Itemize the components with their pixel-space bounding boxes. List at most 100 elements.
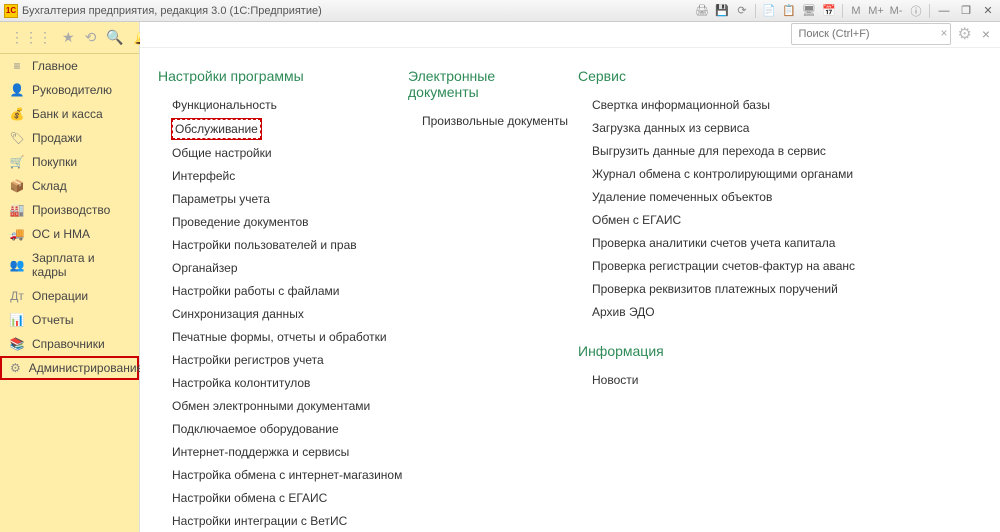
link-item[interactable]: Печатные формы, отчеты и обработки (172, 328, 378, 346)
refresh-icon[interactable]: ⟳ (735, 4, 749, 18)
section-title-service: Сервис (578, 68, 838, 84)
sidebar-item-icon: ⚙ (10, 361, 21, 375)
main-body: Настройки программы Функциональность Обсл… (140, 48, 1000, 532)
link-item[interactable]: Новости (592, 371, 838, 389)
sidebar-item[interactable]: ⚙Администрирование (0, 356, 139, 380)
search-clear-icon[interactable]: × (940, 26, 947, 40)
sidebar-item[interactable]: 👤 Руководителю (0, 78, 139, 102)
sidebar-item-label: Руководителю (32, 83, 112, 97)
history-icon[interactable]: ⟲ (85, 29, 97, 46)
sidebar-item-icon: 🏭 (10, 203, 24, 217)
sidebar-item-label: Склад (32, 179, 67, 193)
save-icon[interactable]: 💾 (715, 4, 729, 18)
sidebar-item-label: Справочники (32, 337, 105, 351)
calendar-icon[interactable]: 📅 (822, 4, 836, 18)
info-icon[interactable]: ⓘ (909, 4, 923, 18)
link-item[interactable]: Удаление помеченных объектов (592, 188, 838, 206)
link-item[interactable]: Настройки обмена с ЕГАИС (172, 489, 378, 507)
m-plus-label[interactable]: M+ (869, 4, 883, 18)
close-window-button[interactable]: ✕ (980, 4, 996, 18)
sidebar-item[interactable]: ≡Главное (0, 54, 139, 78)
link-item[interactable]: Произвольные документы (422, 112, 548, 130)
sidebar-item-label: Банк и касса (32, 107, 103, 121)
link-list-info: Новости (578, 371, 838, 389)
sidebar-item[interactable]: 🏭Производство (0, 198, 139, 222)
sidebar-item-icon: 👤 (10, 83, 24, 97)
sidebar-item-label: ОС и НМА (32, 227, 90, 241)
sidebar-item-label: Отчеты (32, 313, 73, 327)
link-item[interactable]: Функциональность (172, 96, 378, 114)
sidebar-item-icon: ≡ (10, 59, 24, 73)
link-item[interactable]: Журнал обмена с контролирующими органами (592, 165, 838, 183)
link-item[interactable]: Настройки интеграции с ВетИС (172, 512, 378, 530)
link-item[interactable]: Обслуживание (172, 119, 261, 139)
link-item[interactable]: Подключаемое оборудование (172, 420, 378, 438)
section-title-edocs: Электронные документы (408, 68, 548, 100)
link-item[interactable]: Органайзер (172, 259, 378, 277)
sidebar-item[interactable]: 📚Справочники (0, 332, 139, 356)
sidebar-item-icon: 🚚 (10, 227, 24, 241)
sidebar-item[interactable]: 📦Склад (0, 174, 139, 198)
link-item[interactable]: Настройка обмена с интернет-магазином (172, 466, 378, 484)
m-label[interactable]: M (849, 4, 863, 18)
link-list-edocs: Произвольные документы (408, 112, 548, 130)
calc-icon[interactable]: 🖥 (802, 4, 816, 18)
link-item[interactable]: Проверка реквизитов платежных поручений (592, 280, 838, 298)
main-panel: × ⚙ × Настройки программы Функциональнос… (140, 22, 1000, 532)
m-minus-label[interactable]: M- (889, 4, 903, 18)
doc-icon[interactable]: 📄 (762, 4, 776, 18)
clipboard-icon[interactable]: 📋 (782, 4, 796, 18)
link-item[interactable]: Обмен электронными документами (172, 397, 378, 415)
link-list-settings: Функциональность Обслуживание Общие настро… (158, 96, 378, 532)
sidebar-item-icon: 🛒 (10, 155, 24, 169)
sidebar-item-label: Зарплата и кадры (32, 251, 129, 279)
link-item[interactable]: Интернет-поддержка и сервисы (172, 443, 378, 461)
link-item[interactable]: Интерфейс (172, 167, 378, 185)
link-item[interactable]: Настройка колонтитулов (172, 374, 378, 392)
sidebar-item[interactable]: 🏷Продажи (0, 126, 139, 150)
search-input[interactable] (791, 23, 951, 45)
link-list-service: Свертка информационной базы Загрузка данн… (578, 96, 838, 321)
sidebar-top-toolbar: ⋮⋮⋮ ★ ⟲ 🔍 🔔 (0, 22, 139, 54)
link-item[interactable]: Обмен с ЕГАИС (592, 211, 838, 229)
sidebar-item[interactable]: 👥Зарплата и кадры (0, 246, 139, 284)
close-panel-icon[interactable]: × (982, 26, 990, 42)
app-icon: 1C (4, 4, 18, 18)
link-item[interactable]: Общие настройки (172, 144, 378, 162)
link-item[interactable]: Синхронизация данных (172, 305, 378, 323)
sidebar-item[interactable]: 💰Банк и касса (0, 102, 139, 126)
link-item[interactable]: Проверка аналитики счетов учета капитала (592, 234, 838, 252)
sidebar: ⋮⋮⋮ ★ ⟲ 🔍 🔔 ≡Главное 👤 Руководителю 💰Банк и… (0, 22, 140, 532)
print-icon[interactable]: 🖨 (695, 4, 709, 18)
sidebar-item[interactable]: 🚚 ОС и НМА (0, 222, 139, 246)
link-item[interactable]: Проведение документов (172, 213, 378, 231)
main-toolbar: × ⚙ × (140, 22, 1000, 48)
favorite-icon[interactable]: ★ (62, 29, 75, 46)
link-item[interactable]: Настройки работы с файлами (172, 282, 378, 300)
section-title-settings: Настройки программы (158, 68, 378, 84)
minimize-button[interactable]: — (936, 4, 952, 18)
link-item[interactable]: Свертка информационной базы (592, 96, 838, 114)
link-item[interactable]: Архив ЭДО (592, 303, 838, 321)
column-edocs: Электронные документы Произвольные докум… (408, 68, 548, 512)
link-item[interactable]: Настройки регистров учета (172, 351, 378, 369)
link-item[interactable]: Настройки пользователей и прав (172, 236, 378, 254)
titlebar: 1C Бухгалтерия предприятия, редакция 3.0… (0, 0, 1000, 22)
column-service: Сервис Свертка информационной базы Загруз… (578, 68, 838, 512)
search-icon[interactable]: 🔍 (106, 29, 123, 46)
link-item[interactable]: Параметры учета (172, 190, 378, 208)
sidebar-item[interactable]: Дт Операции (0, 284, 139, 308)
link-item[interactable]: Проверка регистрации счетов-фактур на ав… (592, 257, 838, 275)
sidebar-item[interactable]: 📊Отчеты (0, 308, 139, 332)
sidebar-item-icon: Дт (10, 289, 24, 303)
maximize-button[interactable]: ❐ (958, 4, 974, 18)
sidebar-item-label: Операции (32, 289, 88, 303)
divider (842, 4, 843, 18)
apps-icon[interactable]: ⋮⋮⋮ (10, 29, 52, 46)
link-item[interactable]: Выгрузить данные для перехода в сервис (592, 142, 838, 160)
link-item[interactable]: Загрузка данных из сервиса (592, 119, 838, 137)
sidebar-item[interactable]: 🛒Покупки (0, 150, 139, 174)
titlebar-toolbar: 🖨 💾 ⟳ 📄 📋 🖥 📅 M M+ M- ⓘ — ❐ ✕ (695, 4, 996, 18)
divider (929, 4, 930, 18)
gear-icon[interactable]: ⚙ (957, 24, 971, 44)
